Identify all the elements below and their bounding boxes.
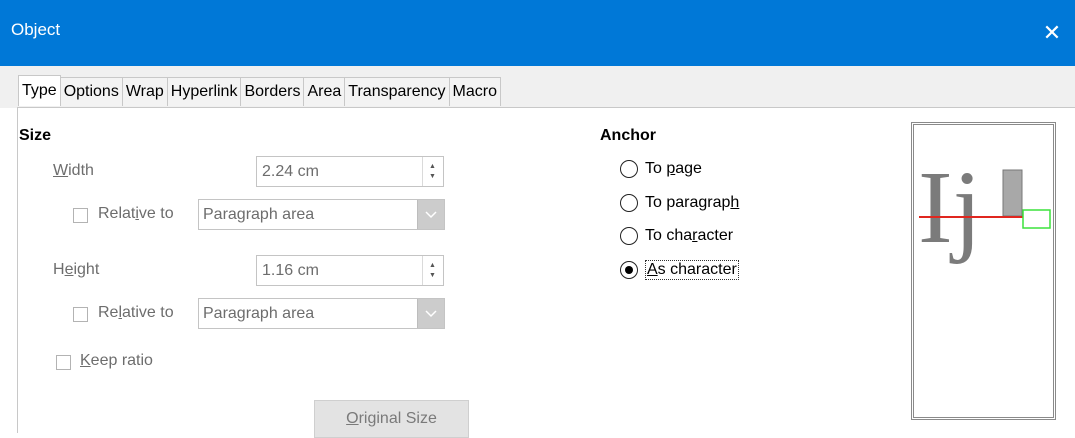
keep-ratio-label: Keep ratio xyxy=(80,352,153,369)
width-relative-select[interactable]: Paragraph area xyxy=(198,199,445,230)
width-spinbox[interactable]: 2.24 cm ▲ ▼ xyxy=(256,156,444,187)
chevron-down-icon[interactable] xyxy=(417,200,444,229)
radio-as-character[interactable] xyxy=(620,261,638,279)
tab-borders[interactable]: Borders xyxy=(241,77,305,106)
spin-down-icon[interactable]: ▼ xyxy=(429,272,436,279)
width-relative-checkbox[interactable] xyxy=(73,208,88,223)
original-size-button[interactable]: Original Size xyxy=(314,400,469,438)
tab-list: Type Options Wrap Hyperlink Borders Area… xyxy=(18,75,501,107)
radio-to-character-label[interactable]: To character xyxy=(645,227,733,245)
tab-hyperlink[interactable]: Hyperlink xyxy=(167,77,242,106)
tab-strip: Type Options Wrap Hyperlink Borders Area… xyxy=(0,66,1075,108)
radio-to-character[interactable] xyxy=(620,227,638,245)
height-relative-value: Paragraph area xyxy=(203,305,315,322)
radio-to-page-label[interactable]: To page xyxy=(645,160,702,178)
width-spin-arrows[interactable]: ▲ ▼ xyxy=(422,157,443,186)
keep-ratio-checkbox[interactable] xyxy=(56,355,71,370)
dialog-title: Object xyxy=(11,20,61,39)
height-relative-label: Relative to xyxy=(98,304,174,321)
tab-area[interactable]: Area xyxy=(304,77,346,106)
tab-type[interactable]: Type xyxy=(18,75,61,106)
width-relative-value: Paragraph area xyxy=(203,206,315,223)
tab-panel-type: Size Width 2.24 cm ▲ ▼ Relative to Parag… xyxy=(17,107,1075,438)
width-relative-label: Relative to xyxy=(98,205,174,222)
tab-options[interactable]: Options xyxy=(60,77,123,106)
tab-transparency[interactable]: Transparency xyxy=(345,77,450,106)
preview-illustration: Ij xyxy=(918,150,1051,265)
tab-wrap[interactable]: Wrap xyxy=(122,77,168,106)
spin-down-icon[interactable]: ▼ xyxy=(429,173,436,180)
height-relative-checkbox[interactable] xyxy=(73,307,88,322)
height-spinbox[interactable]: 1.16 cm ▲ ▼ xyxy=(256,255,444,286)
preview-object-box xyxy=(1002,169,1023,217)
preview-sample-text: Ij xyxy=(918,150,982,265)
width-label: Width xyxy=(53,162,94,179)
anchor-heading: Anchor xyxy=(600,127,656,144)
title-bar: Object ✕ xyxy=(0,0,1075,66)
height-value: 1.16 cm xyxy=(262,262,319,279)
height-spin-arrows[interactable]: ▲ ▼ xyxy=(422,256,443,285)
width-value: 2.24 cm xyxy=(262,163,319,180)
spin-up-icon[interactable]: ▲ xyxy=(429,163,436,170)
height-label: Height xyxy=(53,261,100,278)
radio-to-page[interactable] xyxy=(620,160,638,178)
radio-to-paragraph-label[interactable]: To paragraph xyxy=(645,194,739,212)
height-relative-select[interactable]: Paragraph area xyxy=(198,298,445,329)
radio-as-character-label[interactable]: As character xyxy=(645,260,739,280)
preview-frame-box xyxy=(1022,209,1051,229)
spin-up-icon[interactable]: ▲ xyxy=(429,262,436,269)
anchor-preview: Ij xyxy=(911,122,1056,420)
radio-to-paragraph[interactable] xyxy=(620,194,638,212)
size-heading: Size xyxy=(19,127,52,144)
tab-macro[interactable]: Macro xyxy=(449,77,501,106)
close-icon[interactable]: ✕ xyxy=(1029,0,1075,66)
chevron-down-icon[interactable] xyxy=(417,299,444,328)
